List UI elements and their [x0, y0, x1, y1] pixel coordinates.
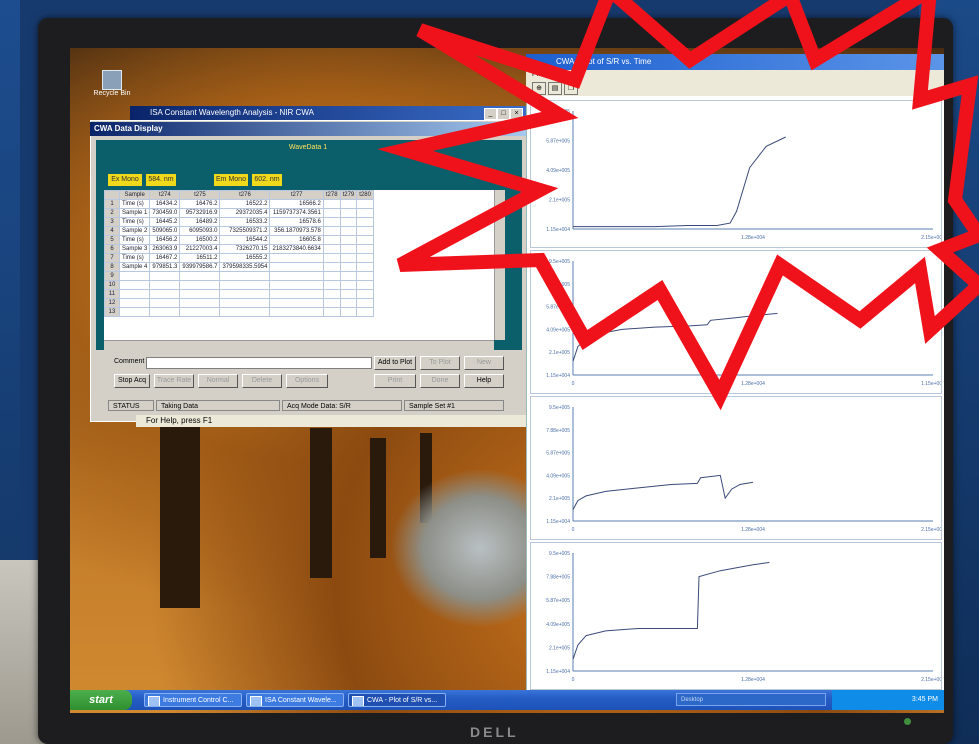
red-starburst-annotation	[377, 0, 979, 411]
starburst-shape	[377, 0, 979, 411]
